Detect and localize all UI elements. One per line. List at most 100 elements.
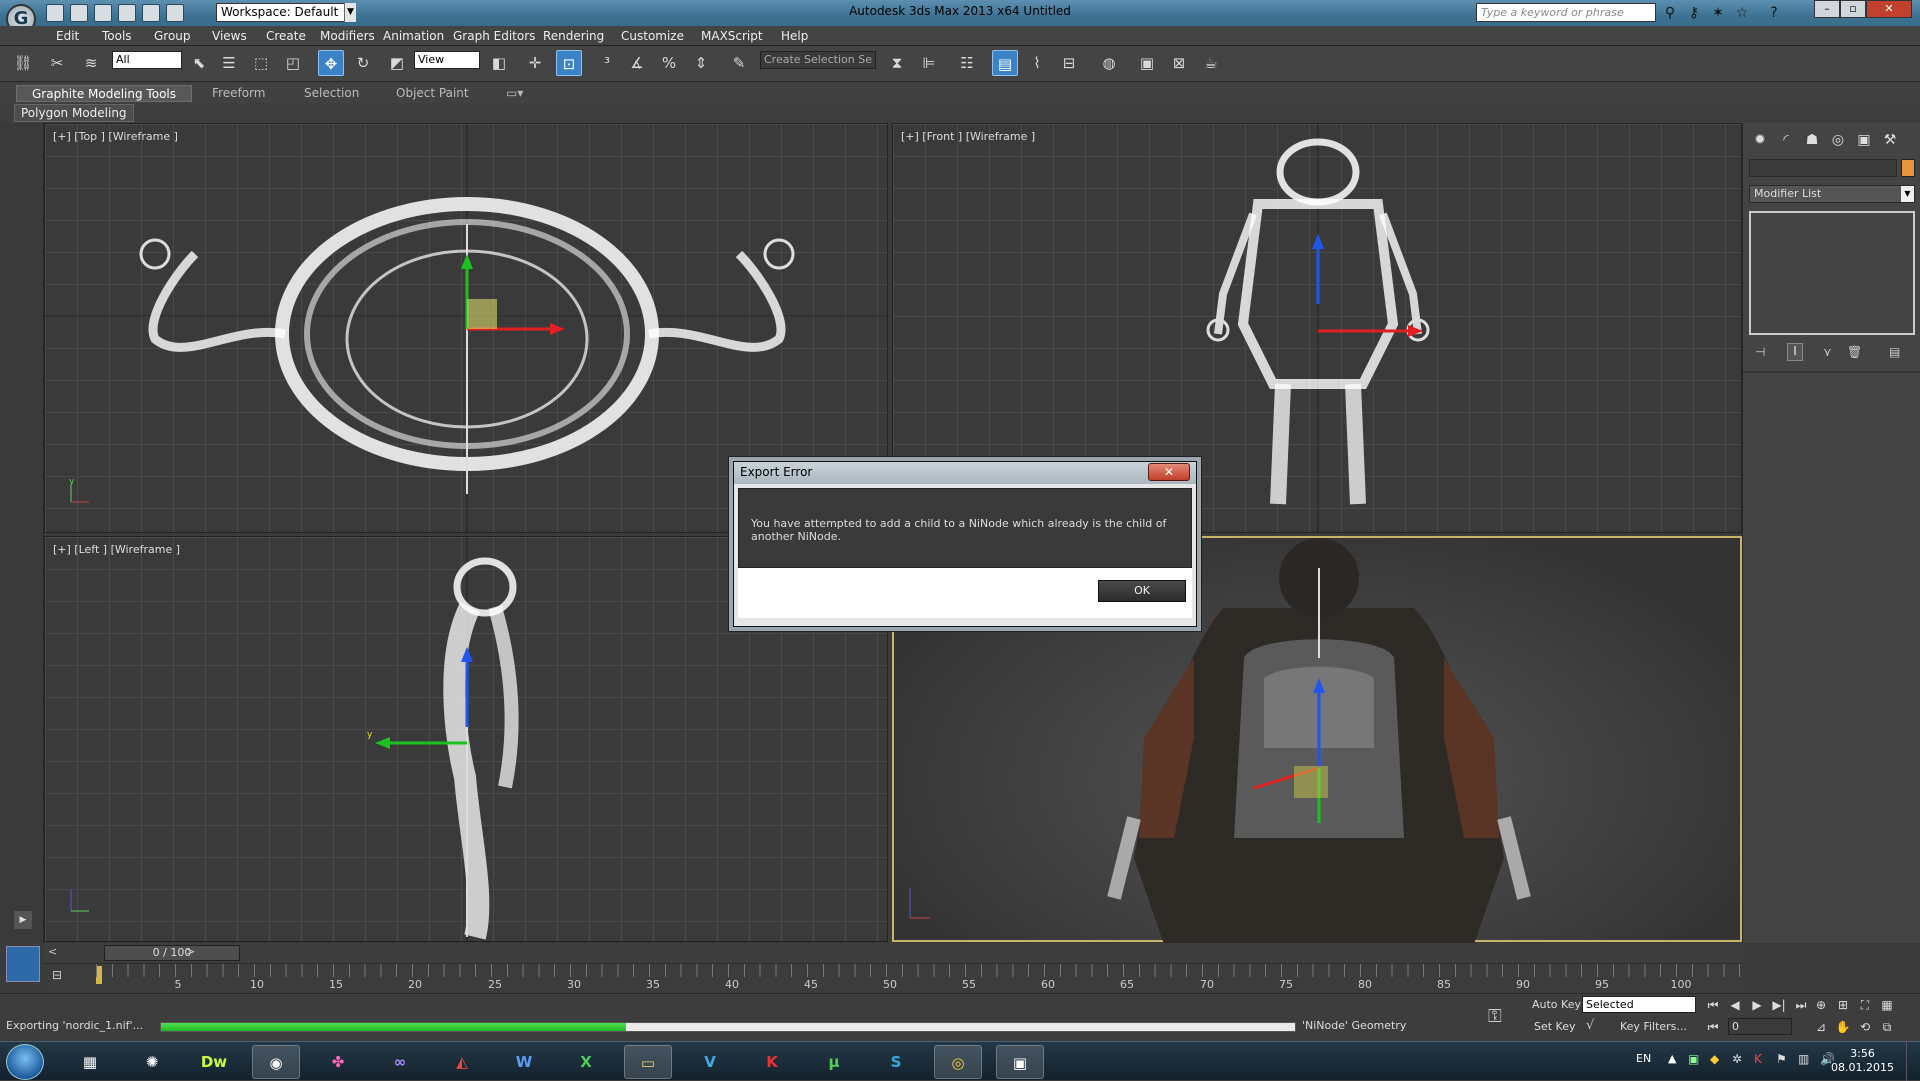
clock[interactable]: 3:56 08.01.2015 bbox=[1831, 1047, 1894, 1075]
tray-settings-icon[interactable]: ✲ bbox=[1732, 1052, 1742, 1066]
create-tab-icon[interactable]: ✹ bbox=[1749, 129, 1771, 151]
start-button[interactable] bbox=[6, 1044, 44, 1080]
track-bar[interactable]: ⊟ 5 10 15 20 25 30 35 40 45 50 55 60 65 … bbox=[44, 963, 1742, 993]
percent-snap-icon[interactable]: % bbox=[656, 50, 682, 76]
play-icon[interactable]: ▶ bbox=[1748, 996, 1766, 1014]
schematic-view-icon[interactable]: ⊟ bbox=[1056, 50, 1082, 76]
zoom-extents-icon[interactable]: ⛶ bbox=[1856, 996, 1874, 1014]
time-slider-prev[interactable]: < bbox=[48, 945, 57, 958]
zoom-all-icon[interactable]: ⊞ bbox=[1834, 996, 1852, 1014]
pan-icon[interactable]: ✋ bbox=[1834, 1018, 1852, 1036]
mirror-icon[interactable]: ⧗ bbox=[884, 50, 910, 76]
select-by-name-icon[interactable]: ☰ bbox=[216, 50, 242, 76]
utilities-tab-icon[interactable]: ⚒ bbox=[1879, 129, 1901, 151]
kaspersky-icon[interactable]: K bbox=[748, 1045, 796, 1079]
chrome-icon[interactable]: ◎ bbox=[934, 1045, 982, 1079]
close-window-button[interactable]: ✕ bbox=[1866, 0, 1912, 18]
picasa-icon[interactable]: ✺ bbox=[128, 1045, 176, 1079]
previous-frame-icon[interactable]: ◀ bbox=[1726, 996, 1744, 1014]
ribbon-options-icon[interactable]: ▭▾ bbox=[496, 85, 533, 102]
key-filters-button[interactable]: Key Filters... bbox=[1620, 1020, 1687, 1033]
named-selection-set-dropdown[interactable]: Create Selection Se bbox=[760, 51, 876, 69]
pivot-center-icon[interactable]: ◧ bbox=[486, 50, 512, 76]
menu-customize[interactable]: Customize bbox=[621, 26, 684, 46]
polygon-modeling-button[interactable]: Polygon Modeling bbox=[14, 104, 134, 122]
dreamweaver-icon[interactable]: Dw bbox=[190, 1045, 238, 1079]
tray-drive-icon[interactable]: ◆ bbox=[1710, 1052, 1719, 1066]
expand-arrow-icon[interactable]: ▶ bbox=[14, 911, 32, 929]
tab-freeform[interactable]: Freeform bbox=[202, 85, 275, 102]
spinner-snap-icon[interactable]: ⇕ bbox=[688, 50, 714, 76]
modifier-list-dropdown[interactable]: Modifier List bbox=[1749, 185, 1915, 203]
viewport-layout-icon[interactable] bbox=[6, 946, 40, 982]
object-name-field[interactable] bbox=[1749, 159, 1897, 177]
tab-object-paint[interactable]: Object Paint bbox=[386, 85, 479, 102]
key-selection-dropdown[interactable]: Selected bbox=[1582, 996, 1696, 1013]
go-to-start-icon[interactable]: ⏮ bbox=[1704, 996, 1722, 1014]
language-indicator[interactable]: EN bbox=[1636, 1052, 1651, 1065]
communication-center-icon[interactable]: ✶ bbox=[1708, 3, 1728, 23]
paint-icon[interactable]: ✤ bbox=[314, 1045, 362, 1079]
link-icon[interactable]: ⛓ bbox=[10, 50, 36, 76]
edit-named-selection-icon[interactable]: ✎ bbox=[726, 50, 752, 76]
vshield-icon[interactable]: V bbox=[686, 1045, 734, 1079]
explorer-folder-icon[interactable]: ▭ bbox=[624, 1045, 672, 1079]
time-slider[interactable]: 0 / 100 bbox=[104, 945, 240, 961]
curve-editor-icon[interactable]: ⌇ bbox=[1024, 50, 1050, 76]
move-icon[interactable]: ✥ bbox=[318, 50, 344, 76]
current-frame-field[interactable]: 0 bbox=[1728, 1018, 1792, 1035]
minimize-button[interactable]: – bbox=[1814, 0, 1840, 18]
tray-antivirus-icon[interactable]: K bbox=[1754, 1052, 1762, 1066]
set-key-mode-icon[interactable]: ⚿ bbox=[1488, 1006, 1502, 1027]
modifier-stack[interactable] bbox=[1749, 211, 1915, 335]
rectangle-selection-icon[interactable]: ⬚ bbox=[248, 50, 274, 76]
utorrent-icon[interactable]: µ bbox=[810, 1045, 858, 1079]
modify-tab-icon[interactable]: ◜ bbox=[1775, 129, 1797, 151]
media-player-icon[interactable]: ▣ bbox=[996, 1045, 1044, 1079]
menu-views[interactable]: Views bbox=[212, 26, 247, 46]
favorites-star-icon[interactable]: ☆ bbox=[1732, 3, 1752, 23]
menu-graph-editors[interactable]: Graph Editors bbox=[453, 26, 535, 46]
tab-graphite-modeling-tools[interactable]: Graphite Modeling Tools bbox=[16, 85, 192, 102]
excel-icon[interactable]: X bbox=[562, 1045, 610, 1079]
selection-filter-dropdown[interactable]: All bbox=[112, 51, 182, 69]
show-end-result-icon[interactable]: I bbox=[1787, 343, 1803, 361]
tray-app-icon[interactable]: ▣ bbox=[1688, 1052, 1699, 1066]
maximize-button[interactable]: ▫ bbox=[1840, 0, 1866, 18]
material-editor-icon[interactable]: ◍ bbox=[1096, 50, 1122, 76]
time-slider-next[interactable]: > bbox=[186, 945, 195, 958]
menu-group[interactable]: Group bbox=[154, 26, 191, 46]
next-frame-icon[interactable]: ▶| bbox=[1770, 996, 1788, 1014]
tray-expand-icon[interactable]: ▲ bbox=[1668, 1052, 1676, 1065]
bind-spacewarp-icon[interactable]: ≋ bbox=[78, 50, 104, 76]
menu-animation[interactable]: Animation bbox=[383, 26, 444, 46]
keyboard-shortcut-toggle-icon[interactable]: ⊡ bbox=[556, 50, 582, 76]
hierarchy-tab-icon[interactable]: ☗ bbox=[1801, 129, 1823, 151]
menu-help[interactable]: Help bbox=[781, 26, 808, 46]
rotate-icon[interactable]: ↻ bbox=[350, 50, 376, 76]
file-manager-icon[interactable]: ▦ bbox=[66, 1045, 114, 1079]
chevron-down-icon[interactable]: ▼ bbox=[1901, 186, 1914, 202]
mini-curve-editor-icon[interactable]: ⊟ bbox=[52, 968, 70, 984]
rendered-frame-icon[interactable]: ⊠ bbox=[1166, 50, 1192, 76]
remove-modifier-icon[interactable]: 🗑 bbox=[1847, 345, 1862, 359]
3dsmax-icon[interactable]: ◉ bbox=[252, 1045, 300, 1079]
key-icon[interactable]: ⚷ bbox=[1684, 3, 1704, 23]
menu-edit[interactable]: Edit bbox=[56, 26, 79, 46]
ok-button[interactable]: OK bbox=[1098, 580, 1186, 602]
menu-tools[interactable]: Tools bbox=[102, 26, 132, 46]
go-to-end-icon[interactable]: ⏭ bbox=[1792, 996, 1810, 1014]
orbit-icon[interactable]: ⟲ bbox=[1856, 1018, 1874, 1036]
acrobat-icon[interactable]: ◭ bbox=[438, 1045, 486, 1079]
graphite-toggle-icon[interactable]: ▤ bbox=[992, 50, 1018, 76]
make-unique-icon[interactable]: ⋎ bbox=[1823, 345, 1832, 359]
align-icon[interactable]: ⊫ bbox=[916, 50, 942, 76]
menu-rendering[interactable]: Rendering bbox=[543, 26, 604, 46]
tray-network-icon[interactable]: ▥ bbox=[1798, 1052, 1809, 1066]
layer-manager-icon[interactable]: ☷ bbox=[954, 50, 980, 76]
unlink-icon[interactable]: ✂ bbox=[44, 50, 70, 76]
render-setup-icon[interactable]: ▣ bbox=[1134, 50, 1160, 76]
set-key-icon[interactable]: √ bbox=[1586, 1018, 1594, 1033]
menu-maxscript[interactable]: MAXScript bbox=[701, 26, 763, 46]
field-of-view-icon[interactable]: ⊿ bbox=[1812, 1018, 1830, 1036]
